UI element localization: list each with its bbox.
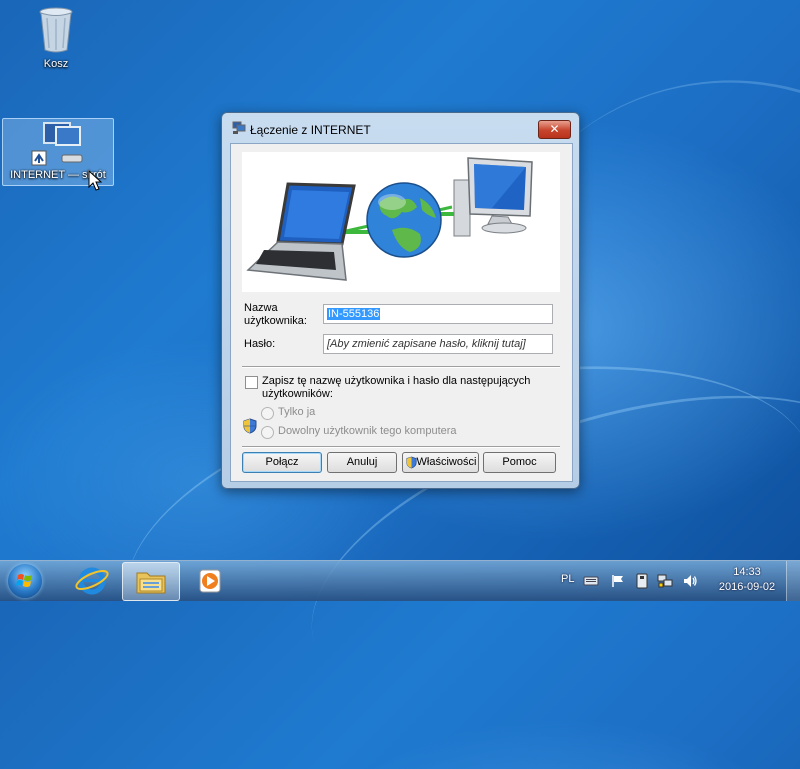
volume-icon[interactable] (682, 573, 698, 589)
save-credentials-checkbox[interactable] (245, 376, 258, 389)
taskbar-windows-explorer[interactable] (122, 562, 180, 601)
password-input[interactable]: [Aby zmienić zapisane hasło, kliknij tut… (323, 334, 553, 354)
close-icon: ✕ (549, 122, 560, 136)
taskbar-media-player[interactable] (182, 562, 238, 599)
network-computers-icon (31, 122, 83, 166)
password-label: Hasło: (244, 338, 276, 350)
desktop-icon-label: Kosz (43, 58, 69, 70)
internet-explorer-icon (75, 567, 109, 595)
username-input[interactable]: IN-555136 (323, 304, 553, 324)
properties-button[interactable]: Właściwości (402, 452, 479, 473)
radio-anyone[interactable] (261, 426, 274, 439)
windows-logo-icon (16, 574, 32, 587)
taskbar-internet-explorer[interactable] (64, 562, 120, 599)
properties-label: Właściwości (416, 456, 477, 468)
keyboard-icon[interactable] (583, 575, 599, 587)
cancel-button[interactable]: Anuluj (327, 452, 397, 473)
close-button[interactable]: ✕ (538, 120, 571, 139)
separator (242, 366, 560, 368)
separator (242, 446, 560, 448)
network-status-icon[interactable] (657, 573, 673, 589)
connect-dialog: Łączenie z INTERNET ✕ Nazwa użytkownika:… (221, 112, 580, 489)
network-connection-icon (232, 121, 246, 134)
start-button[interactable] (8, 564, 42, 598)
dialog-title: Łączenie z INTERNET (250, 123, 371, 137)
username-value: IN-555136 (327, 308, 381, 320)
removable-device-icon[interactable] (635, 573, 649, 589)
save-credentials-label: Zapisz tę nazwę użytkownika i hasło dla … (262, 375, 531, 400)
clock[interactable]: 14:33 2016-09-02 (712, 566, 782, 593)
mouse-cursor-icon (88, 170, 103, 191)
radio-only-me[interactable] (261, 407, 274, 420)
media-player-icon (199, 569, 221, 593)
folder-icon (136, 572, 166, 594)
clock-date: 2016-09-02 (718, 581, 776, 593)
dialog-titlebar[interactable]: Łączenie z INTERNET ✕ (222, 113, 579, 143)
language-indicator[interactable]: PL (561, 573, 574, 585)
connect-button[interactable]: Połącz (242, 452, 322, 473)
uac-shield-icon (406, 456, 417, 469)
action-center-flag-icon[interactable] (611, 574, 625, 588)
uac-shield-icon (243, 418, 257, 434)
show-desktop-button[interactable] (786, 561, 800, 601)
taskbar: PL 14:33 2016-09-02 (0, 560, 800, 601)
radio-only-me-label: Tylko ja (278, 406, 316, 418)
help-button[interactable]: Pomoc (483, 452, 556, 473)
username-label: Nazwa użytkownika: (244, 302, 307, 327)
dialog-body: Nazwa użytkownika: IN-555136 Hasło: [Aby… (230, 143, 573, 482)
recycle-bin-shortcut[interactable]: Kosz (28, 6, 84, 70)
laptop-globe-computer-illustration (246, 157, 533, 281)
clock-time: 14:33 (733, 566, 761, 578)
recycle-bin-icon (39, 7, 73, 53)
radio-anyone-label: Dowolny użytkownik tego komputera (278, 425, 457, 437)
connection-banner (242, 152, 560, 292)
